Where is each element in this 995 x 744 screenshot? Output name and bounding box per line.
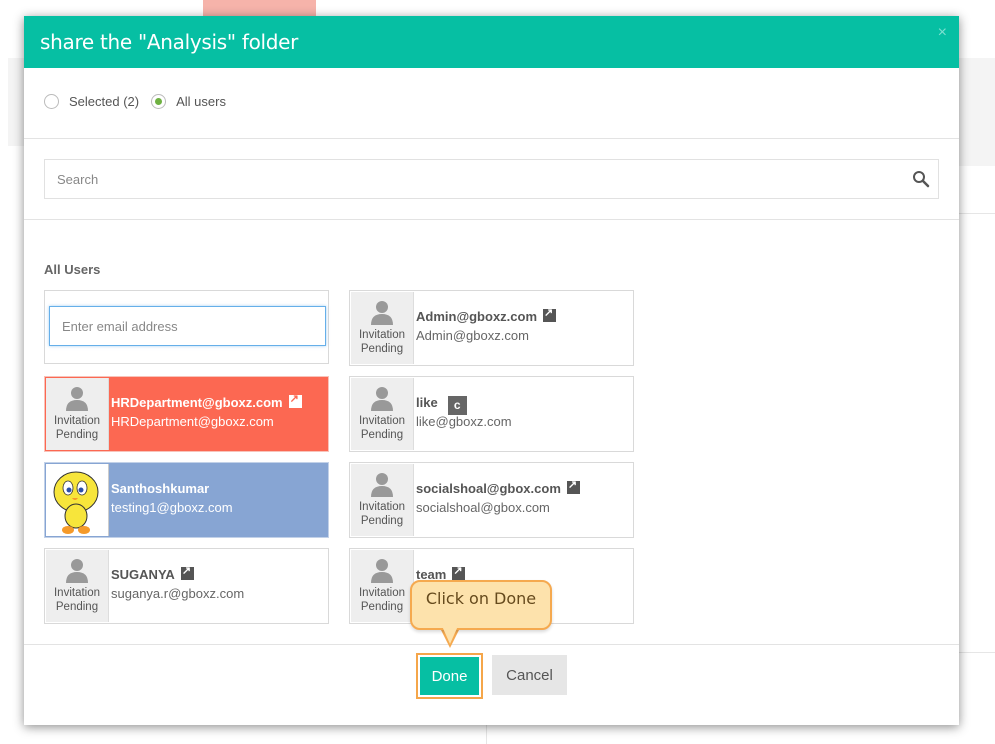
user-card[interactable]: Invitation Pending like c like@gboxz.com [349,376,634,452]
callout-tail-fill [442,626,458,644]
avatar: Invitation Pending [351,378,414,450]
footer-divider [24,644,959,645]
radio-selected[interactable] [44,94,59,109]
user-name-text: socialshoal@gbox.com [416,481,561,496]
radio-all-users[interactable] [151,94,167,109]
cancel-button[interactable]: Cancel [492,655,567,695]
user-card[interactable]: Invitation Pending SUGANYA suganya.r@gbo… [44,548,329,624]
user-card[interactable]: Invitation Pending HRDepartment@gboxz.co… [44,376,329,452]
avatar-caption-line2: Pending [360,343,404,355]
person-icon [66,387,88,411]
dialog-title: share the "Analysis" folder [40,30,299,54]
background-divider [959,213,995,214]
avatar-caption-line1: Invitation [358,501,406,513]
user-name: Admin@gboxz.com [416,306,557,324]
dialog-header: share the "Analysis" folder × [24,16,959,68]
divider [24,219,959,220]
email-address-input[interactable] [49,306,326,346]
search-input[interactable]: Search [57,172,98,187]
external-link-icon[interactable] [288,392,302,408]
avatar-caption-line2: Pending [360,601,404,613]
avatar-caption-line2: Pending [55,429,99,441]
user-email: testing1@gboxz.com [111,500,233,515]
done-button[interactable]: Done [416,653,483,699]
user-card[interactable]: Santhoshkumar testing1@gboxz.com [44,462,329,538]
user-name: HRDepartment@gboxz.com [111,392,302,410]
avatar: Invitation Pending [351,550,414,622]
user-email: HRDepartment@gboxz.com [111,414,274,429]
user-badge: c [447,396,467,415]
add-email-card [44,290,329,364]
avatar-caption-line1: Invitation [53,415,101,427]
background-panel-right [959,58,995,166]
divider [24,138,959,139]
user-name: like c [416,395,467,415]
search-box[interactable]: Search [44,159,939,199]
avatar: Invitation Pending [46,550,109,622]
external-link-icon[interactable] [452,564,466,580]
user-name: socialshoal@gbox.com [416,478,580,496]
user-name-text: Admin@gboxz.com [416,309,538,324]
radio-selected-label[interactable]: Selected (2) [69,94,139,109]
person-icon [66,559,88,583]
instruction-callout: Click on Done [410,580,552,630]
share-folder-dialog: share the "Analysis" folder × Selected (… [24,16,959,725]
user-name: Santhoshkumar [111,481,210,496]
section-title: All Users [44,262,101,277]
tweety-bird-icon [53,471,99,534]
close-icon[interactable]: × [938,24,947,42]
avatar-caption-line1: Invitation [358,587,406,599]
avatar-caption-line1: Invitation [53,587,101,599]
tweety-avatar [46,464,109,536]
user-name-text: HRDepartment@gboxz.com [111,395,283,410]
user-email: suganya.r@gboxz.com [111,586,245,601]
avatar: Invitation Pending [351,464,414,536]
external-link-icon[interactable] [180,564,194,580]
user-name-text: like [416,395,438,410]
avatar-caption-line2: Pending [360,429,404,441]
avatar-caption-line1: Invitation [358,415,406,427]
search-icon[interactable] [912,170,930,188]
person-icon [371,301,393,325]
avatar-caption-line2: Pending [360,515,404,527]
user-email: like@gboxz.com [416,414,512,429]
person-icon [371,473,393,497]
user-name-text: SUGANYA [111,567,175,582]
user-card[interactable]: Invitation Pending socialshoal@gbox.com … [349,462,634,538]
avatar: Invitation Pending [351,292,414,364]
background-panel [8,58,24,146]
background-divider [486,725,487,744]
avatar: Invitation Pending [46,378,109,450]
external-link-icon[interactable] [566,478,580,494]
background-divider [959,652,995,653]
radio-all-users-label[interactable]: All users [176,94,226,109]
person-icon [371,387,393,411]
person-icon [371,559,393,583]
user-email: Admin@gboxz.com [416,328,529,343]
user-name: SUGANYA [111,564,194,582]
avatar-caption-line2: Pending [55,601,99,613]
share-scope-options: Selected (2) All users [44,94,238,109]
user-email: socialshoal@gbox.com [416,500,550,515]
avatar-caption-line1: Invitation [358,329,406,341]
external-link-icon[interactable] [543,306,557,322]
user-card[interactable]: Invitation Pending Admin@gboxz.com Admin… [349,290,634,366]
